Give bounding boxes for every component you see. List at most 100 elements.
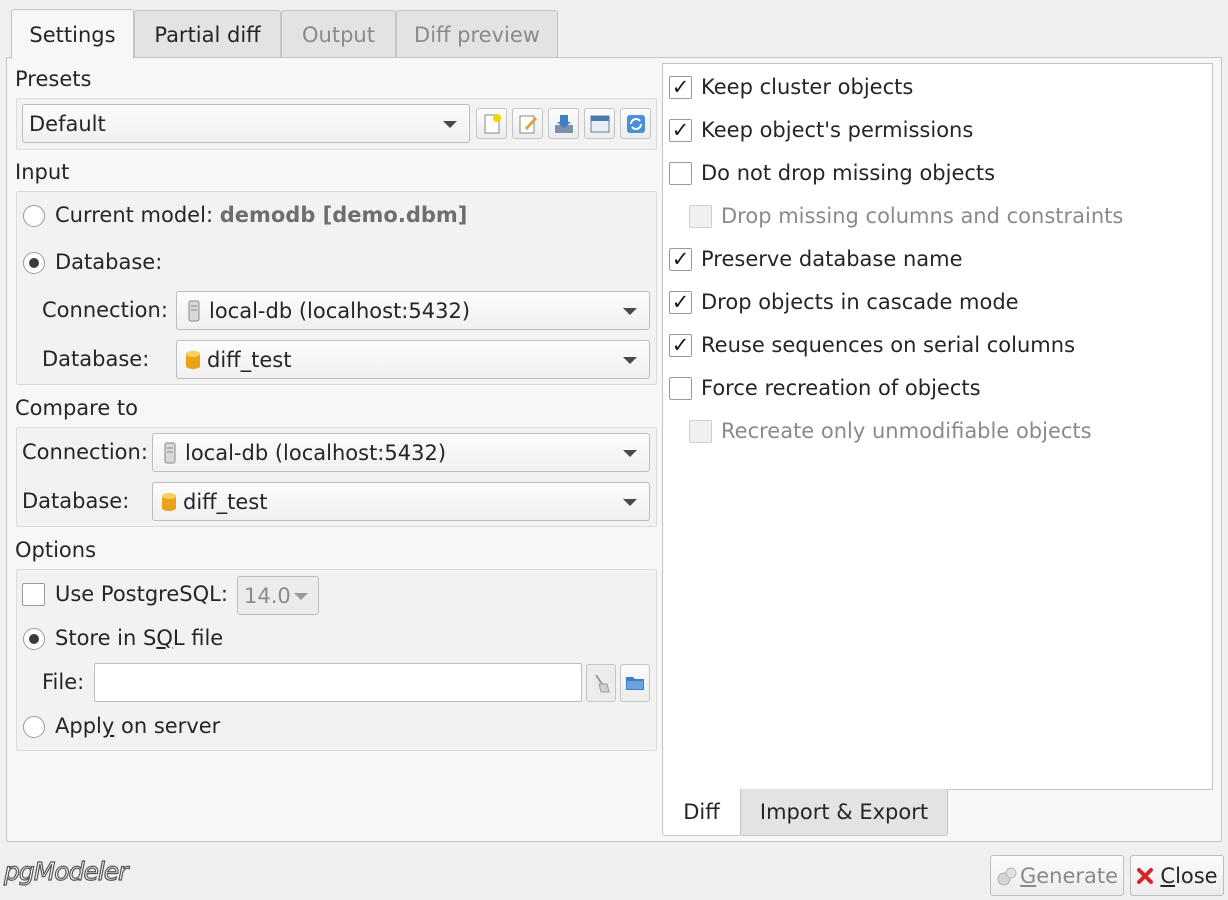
- close-button[interactable]: Close: [1130, 855, 1224, 896]
- generate-mnemonic: G: [1019, 863, 1037, 888]
- new-preset-button[interactable]: [476, 108, 507, 139]
- diff-option-checkbox[interactable]: ✓: [669, 291, 692, 314]
- input-database-value: diff_test: [207, 347, 292, 372]
- diff-option-checkbox[interactable]: ✓: [669, 334, 692, 357]
- diff-option-label: Drop objects in cascade mode: [701, 290, 1019, 314]
- server-icon: [164, 442, 176, 463]
- store-sql-text-post: L file: [172, 626, 224, 650]
- database-icon: [186, 350, 200, 369]
- tab-settings[interactable]: Settings: [11, 9, 134, 59]
- diff-option-label: Reuse sequences on serial columns: [701, 333, 1076, 357]
- chevron-down-icon: [294, 593, 308, 600]
- diff-option-label: Keep object's permissions: [701, 118, 974, 142]
- edit-preset-button[interactable]: [512, 108, 543, 139]
- compare-connection-value: local-db (localhost:5432): [185, 440, 447, 465]
- tab-partial-diff[interactable]: Partial diff: [134, 10, 281, 58]
- database-radio-label: Database:: [55, 250, 163, 274]
- diff-option-checkbox[interactable]: ✓: [669, 119, 692, 142]
- close-icon: [1137, 867, 1154, 884]
- file-label: File:: [42, 670, 85, 694]
- restore-defaults-icon: [626, 114, 645, 133]
- edit-preset-icon: [519, 115, 537, 133]
- current-model-caption: Current model:: [55, 203, 214, 227]
- tab-label: Settings: [29, 22, 116, 47]
- diff-option-checkbox[interactable]: ✓: [669, 248, 692, 271]
- broom-icon: [595, 674, 610, 693]
- tab-label: Partial diff: [154, 22, 261, 47]
- diff-option-label: Force recreation of objects: [701, 376, 981, 400]
- store-sql-label: Store in SQL file: [55, 626, 223, 650]
- diff-option-checkbox[interactable]: [669, 377, 692, 400]
- apply-text-post: on server: [114, 714, 221, 738]
- tab-import-export[interactable]: Import & Export: [740, 789, 948, 836]
- use-pgsql-label: Use PostgreSQL:: [55, 582, 228, 606]
- tab-label: Output: [302, 22, 375, 47]
- tab-diff[interactable]: Diff: [662, 789, 741, 836]
- store-sql-radio[interactable]: [23, 628, 45, 650]
- preset-select[interactable]: Default: [22, 104, 470, 143]
- chevron-down-icon: [623, 357, 637, 364]
- diff-option-checkbox[interactable]: [689, 420, 712, 443]
- presets-label: Presets: [15, 67, 92, 91]
- apply-text-pre: Appl: [55, 714, 102, 738]
- database-radio[interactable]: [23, 252, 45, 274]
- pgmodeler-logo: pgModeler: [3, 856, 129, 886]
- chevron-down-icon: [623, 499, 637, 506]
- tab-label: Diff: [683, 800, 720, 824]
- server-icon: [188, 300, 200, 321]
- restore-defaults-button[interactable]: [620, 108, 651, 139]
- close-mnemonic: C: [1160, 863, 1176, 888]
- store-sql-mnemonic: Q: [156, 626, 173, 650]
- remove-preset-icon: [590, 115, 609, 132]
- generate-text-post: enerate: [1036, 863, 1119, 888]
- chevron-down-icon: [623, 450, 637, 457]
- tab-label: Import & Export: [759, 800, 929, 824]
- apply-on-server-radio[interactable]: [23, 716, 45, 738]
- diff-option-label: Recreate only unmodifiable objects: [721, 419, 1092, 443]
- diff-option-label: Preserve database name: [701, 247, 963, 271]
- current-model-label: Current model: demodb [demo.dbm]: [55, 203, 467, 227]
- generate-button[interactable]: Generate: [990, 855, 1124, 896]
- tab-diff-preview[interactable]: Diff preview: [396, 10, 558, 58]
- save-preset-button[interactable]: [548, 108, 579, 139]
- apply-on-server-label: Apply on server: [55, 714, 220, 738]
- preset-value: Default: [29, 111, 106, 136]
- tab-label: Diff preview: [414, 22, 540, 47]
- diff-option-checkbox[interactable]: [669, 162, 692, 185]
- compare-database-label: Database:: [22, 489, 130, 513]
- diff-option-checkbox[interactable]: [689, 205, 712, 228]
- generate-icon: [997, 867, 1017, 885]
- compare-database-value: diff_test: [183, 489, 268, 514]
- diff-option-label: Do not drop missing objects: [701, 161, 996, 185]
- store-sql-text-pre: Store in S: [55, 626, 157, 650]
- pgsql-version-select[interactable]: 14.0: [237, 576, 319, 615]
- compare-connection-select[interactable]: local-db (localhost:5432): [152, 433, 650, 472]
- options-label: Options: [15, 538, 97, 562]
- tab-output[interactable]: Output: [281, 10, 396, 58]
- clear-file-button[interactable]: [586, 664, 616, 702]
- chevron-down-icon: [623, 308, 637, 315]
- diff-option-checkbox[interactable]: ✓: [669, 76, 692, 99]
- file-input[interactable]: [94, 663, 582, 702]
- input-database-label: Database:: [42, 347, 150, 371]
- close-text-post: lose: [1175, 863, 1218, 888]
- compare-connection-label: Connection:: [22, 440, 148, 464]
- current-model-value: demodb [demo.dbm]: [219, 203, 468, 227]
- diff-option-label: Drop missing columns and constraints: [721, 204, 1124, 228]
- compare-to-label: Compare to: [15, 396, 139, 420]
- use-pgsql-checkbox[interactable]: [22, 583, 45, 606]
- diff-option-label: Keep cluster objects: [701, 75, 914, 99]
- current-model-radio[interactable]: [23, 205, 45, 227]
- compare-database-select[interactable]: diff_test: [152, 482, 650, 521]
- chevron-down-icon: [443, 121, 457, 128]
- input-database-select[interactable]: diff_test: [176, 340, 650, 379]
- browse-file-button[interactable]: [620, 664, 650, 702]
- apply-mnemonic: y: [101, 714, 115, 738]
- save-preset-icon: [554, 114, 573, 133]
- input-label: Input: [15, 160, 70, 184]
- input-connection-select[interactable]: local-db (localhost:5432): [176, 291, 650, 330]
- remove-preset-button[interactable]: [584, 108, 615, 139]
- database-icon: [162, 492, 176, 511]
- folder-icon: [626, 677, 644, 690]
- new-preset-icon: [484, 113, 501, 133]
